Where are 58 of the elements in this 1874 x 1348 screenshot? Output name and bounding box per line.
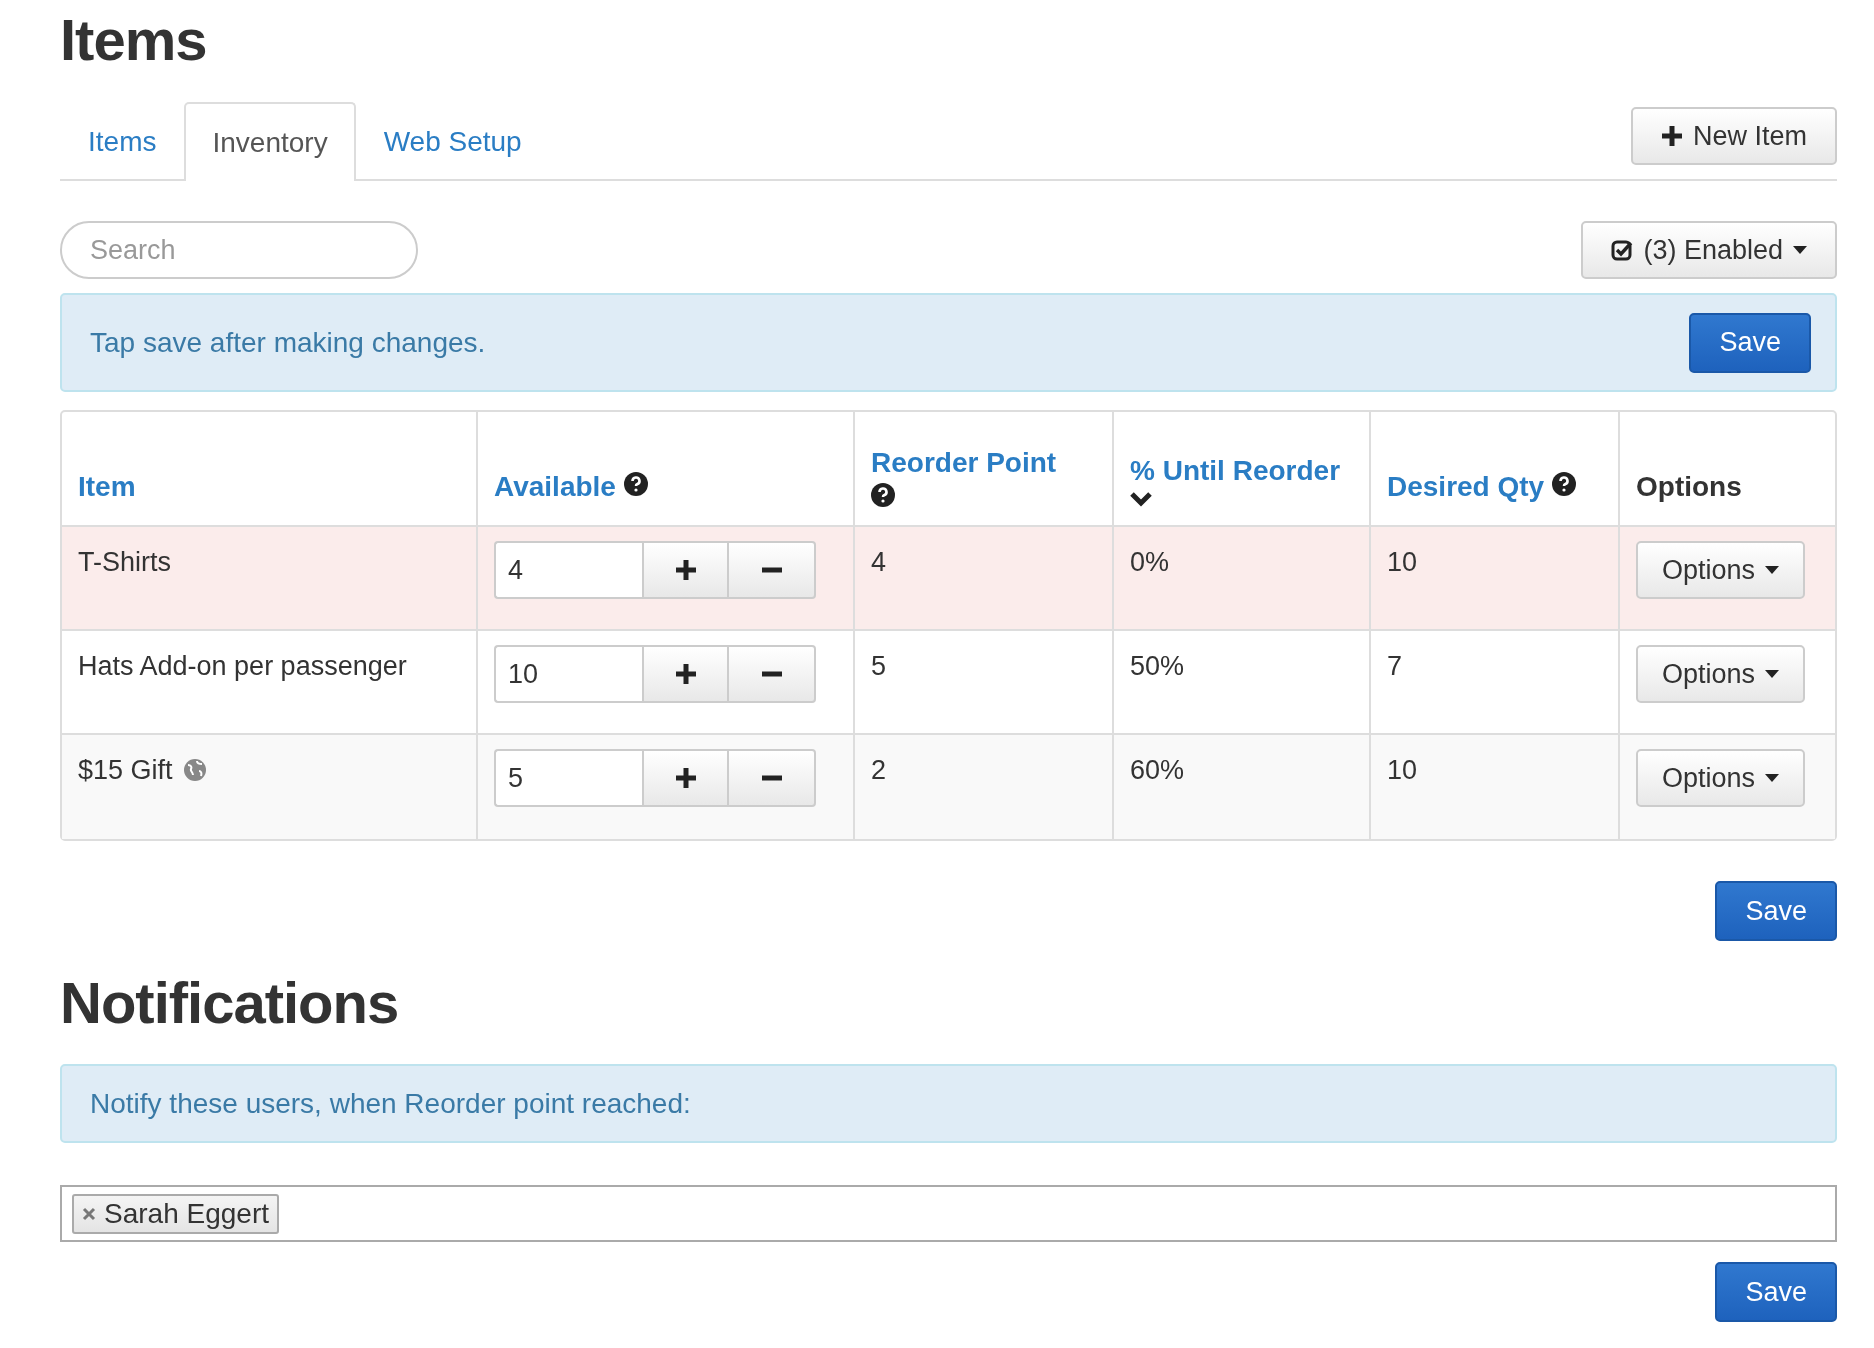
reorder-point: 5 <box>871 650 887 683</box>
reorder-point: 4 <box>871 546 887 579</box>
until-reorder: 50% <box>1130 650 1185 683</box>
section-title: Notifications <box>60 969 400 1036</box>
tab[interactable]: Inventory <box>184 102 356 181</box>
item-name: T-Shirts <box>78 546 171 579</box>
desired-qty: 10 <box>1387 546 1418 579</box>
caret-icon <box>1765 670 1780 678</box>
save-button[interactable]: Save <box>1715 1262 1837 1322</box>
quantity-input[interactable]: 4 <box>494 541 642 599</box>
until-reorder: 0% <box>1130 546 1170 579</box>
globe-icon <box>182 758 207 782</box>
column-header[interactable]: Reorder Point <box>871 443 1096 483</box>
desired-qty: 10 <box>1387 754 1418 787</box>
reorder-point: 2 <box>871 754 887 787</box>
quantity-input[interactable]: 10 <box>494 645 642 703</box>
minus-icon <box>761 671 782 677</box>
increment-button[interactable] <box>642 749 729 807</box>
help-icon <box>623 472 648 496</box>
new-item-button[interactable]: New Item <box>1630 107 1837 165</box>
options-dropdown[interactable]: Options <box>1636 645 1806 703</box>
desired-qty: 7 <box>1387 650 1403 683</box>
minus-icon <box>761 775 782 781</box>
plus-icon <box>674 767 697 789</box>
help-icon <box>1551 472 1576 496</box>
minus-icon <box>761 567 782 573</box>
search-field[interactable]: Search <box>60 221 418 279</box>
page-title: Items <box>60 6 208 74</box>
item-name: $15 Gift <box>78 754 173 787</box>
item-name: Hats Add-on per passenger <box>78 650 407 683</box>
increment-button[interactable] <box>642 541 729 599</box>
until-reorder: 60% <box>1130 754 1185 787</box>
options-dropdown[interactable]: Options <box>1636 541 1806 599</box>
user-name: Sarah Eggert <box>104 1197 269 1230</box>
plus-icon <box>674 663 697 685</box>
sort-chevron-icon[interactable] <box>1130 491 1152 507</box>
column-header[interactable]: Available <box>494 467 837 507</box>
column-header[interactable]: Desired Qty <box>1387 467 1602 507</box>
help-icon <box>871 483 895 507</box>
filter-dropdown[interactable]: (3) Enabled <box>1581 221 1837 279</box>
caret-icon <box>1765 566 1780 574</box>
plus-icon <box>674 559 697 581</box>
increment-button[interactable] <box>642 645 729 703</box>
alert-text: Notify these users, when Reorder point reached: <box>90 1087 691 1120</box>
quantity-input[interactable]: 5 <box>494 749 642 807</box>
column-header[interactable]: % Until Reorder <box>1130 451 1353 491</box>
caret-icon <box>1793 246 1807 254</box>
options-dropdown[interactable]: Options <box>1636 749 1806 807</box>
remove-icon[interactable] <box>82 1206 96 1221</box>
users-field[interactable]: Sarah Eggert <box>60 1185 1837 1242</box>
checkbox-icon <box>1611 239 1634 261</box>
caret-icon <box>1765 774 1780 782</box>
column-header[interactable]: Item <box>78 467 460 507</box>
save-button[interactable]: Save <box>1689 312 1811 373</box>
column-header: Options <box>1636 470 1743 504</box>
save-button[interactable]: Save <box>1715 881 1837 941</box>
alert-text: Tap save after making changes. <box>90 326 486 359</box>
plus-icon <box>1660 125 1683 147</box>
